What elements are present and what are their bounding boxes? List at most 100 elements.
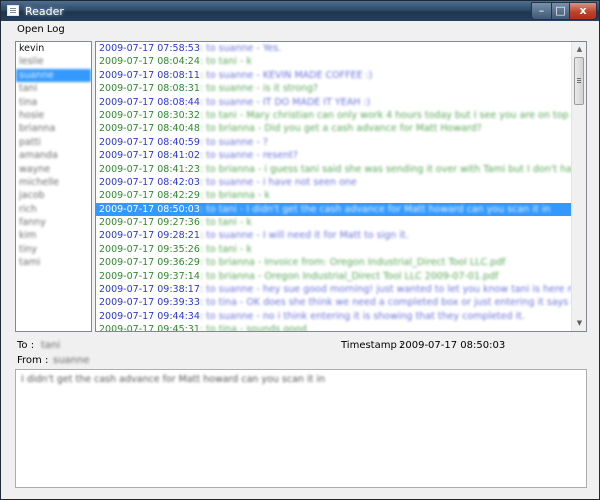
user-list-item[interactable]: brianna	[16, 122, 91, 135]
app-icon	[7, 5, 19, 16]
log-row[interactable]: 2009-07-17 08:41:23 : to brianna - i gue…	[96, 163, 586, 176]
title-bar[interactable]: Reader – □ x	[1, 1, 599, 21]
log-timestamp: 2009-07-17 09:37:14	[99, 270, 200, 282]
log-timestamp: 2009-07-17 09:36:29	[99, 257, 200, 269]
log-message: : to tani - k	[199, 56, 252, 68]
log-list: 2009-07-17 07:58:53 : to suanne - Yes. 20…	[96, 42, 586, 332]
log-row[interactable]: 2009-07-17 09:37:14 : to brianna - Orego…	[96, 270, 586, 283]
log-row[interactable]: 2009-07-17 08:41:02 : to suanne - resent…	[96, 149, 586, 162]
menu-bar: Open Log	[9, 21, 591, 39]
close-button[interactable]: x	[569, 2, 597, 20]
user-list[interactable]: kevin leslie suanne tani tina hosie brianna pat…	[15, 41, 92, 332]
menu-open-log[interactable]: Open Log	[17, 24, 65, 35]
scroll-grip-icon	[577, 78, 581, 79]
from-label: From :	[17, 355, 49, 366]
log-message: : to suanne - Yes.	[199, 43, 282, 54]
message-text: I didn't get the cash advance for Matt h…	[21, 374, 325, 385]
user-list-item[interactable]: tiny	[16, 243, 91, 256]
log-timestamp: 2009-07-17 08:08:31	[99, 83, 200, 95]
log-message: : to suanne - IT DO MADE IT YEAH :)	[199, 96, 371, 108]
log-message: : to suanne - hey sue good morning! just…	[199, 284, 587, 296]
log-row[interactable]: 2009-07-17 09:36:29 : to brianna - Invoi…	[96, 256, 586, 269]
log-message: : to tani - k	[199, 217, 252, 229]
user-list-item[interactable]: wayne	[16, 163, 91, 176]
log-timestamp: 2009-07-17 07:58:53	[99, 43, 200, 54]
log-timestamp: 2009-07-17 09:44:34	[99, 310, 200, 322]
log-message: : to suanne - no i think entering it is …	[199, 310, 525, 322]
user-list-item[interactable]: suanne	[16, 68, 91, 83]
maximize-button[interactable]: □	[551, 2, 570, 20]
user-list-item[interactable]: patti	[16, 136, 91, 149]
log-row[interactable]: 2009-07-17 09:45:31 : to tina - sounds g…	[96, 323, 586, 332]
log-message: : to tani - Mary christian can only work…	[199, 109, 587, 121]
to-value: tani	[41, 340, 61, 351]
log-row[interactable]: 2009-07-17 08:08:11 : to suanne - KEVIN …	[96, 69, 586, 82]
log-panel[interactable]: 2009-07-17 07:58:53 : to suanne - Yes. 20…	[95, 41, 587, 332]
log-timestamp: 2009-07-17 09:39:33	[99, 297, 200, 309]
log-row[interactable]: 2009-07-17 08:42:29 : to brianna - k	[96, 189, 586, 202]
log-timestamp: 2009-07-17 09:35:26	[99, 243, 200, 255]
to-label: To :	[17, 340, 35, 351]
log-message: : to tani - I didn't get the cash advanc…	[199, 203, 551, 215]
log-row[interactable]: 2009-07-17 08:50:03 : to tani - I didn't…	[96, 202, 586, 217]
log-message: : to brianna - k	[199, 190, 270, 202]
log-row[interactable]: 2009-07-17 08:04:24 : to tani - k	[96, 55, 586, 68]
log-timestamp: 2009-07-17 09:27:36	[99, 217, 200, 229]
log-row[interactable]: 2009-07-17 09:38:17 : to suanne - hey su…	[96, 283, 586, 296]
log-message: : to suanne - KEVIN MADE COFFEE :)	[199, 69, 373, 81]
log-message: : to brianna - Oregon Industrial_Direct …	[199, 270, 499, 282]
log-message: : to tina - sounds good	[199, 324, 307, 332]
scroll-up-arrow-icon[interactable]: ▲	[572, 42, 586, 57]
log-row[interactable]: 2009-07-17 08:08:31 : to suanne - is it …	[96, 82, 586, 95]
log-row[interactable]: 2009-07-17 08:30:32 : to tani - Mary chr…	[96, 109, 586, 122]
user-list-item[interactable]: fanny	[16, 216, 91, 229]
vertical-scrollbar[interactable]: ▲ ▼	[571, 42, 586, 331]
user-list-item[interactable]: tina	[16, 96, 91, 109]
log-row[interactable]: 2009-07-17 09:35:26 : to tani - k	[96, 243, 586, 256]
scroll-down-arrow-icon[interactable]: ▼	[572, 316, 586, 331]
log-row[interactable]: 2009-07-17 07:58:53 : to suanne - Yes.	[96, 42, 586, 55]
user-list-item[interactable]: leslie	[16, 55, 91, 68]
log-timestamp: 2009-07-17 08:41:23	[99, 163, 200, 175]
log-timestamp: 2009-07-17 08:50:03	[99, 203, 200, 215]
log-timestamp: 2009-07-17 08:08:11	[99, 69, 200, 81]
log-row[interactable]: 2009-07-17 09:28:21 : to suanne - I will…	[96, 229, 586, 242]
log-message: : to suanne - i have not seen one	[199, 176, 357, 188]
log-timestamp: 2009-07-17 08:42:29	[99, 190, 200, 202]
log-row[interactable]: 2009-07-17 08:40:59 : to suanne - ?	[96, 136, 586, 149]
user-list-item[interactable]: tami	[16, 256, 91, 269]
user-list-item[interactable]: amanda	[16, 149, 91, 162]
log-row[interactable]: 2009-07-17 08:08:44 : to suanne - IT DO …	[96, 96, 586, 109]
log-row[interactable]: 2009-07-17 08:42:03 : to suanne - i have…	[96, 176, 586, 189]
scroll-thumb[interactable]	[574, 57, 584, 105]
log-timestamp: 2009-07-17 08:41:02	[99, 150, 200, 162]
minimize-button[interactable]: –	[531, 2, 552, 20]
log-timestamp: 2009-07-17 09:38:17	[99, 284, 200, 296]
window-title: Reader	[25, 5, 64, 18]
user-list-item[interactable]: michelle	[16, 176, 91, 189]
log-message: : to brianna - i guess tani said she was…	[199, 163, 587, 175]
log-message: : to brianna - Invoice from: Oregon Indu…	[199, 257, 506, 269]
log-message: : to suanne - I will need it for Matt to…	[199, 230, 409, 242]
log-row[interactable]: 2009-07-17 08:40:48 : to brianna - Did y…	[96, 122, 586, 135]
user-list-item[interactable]: kim	[16, 229, 91, 242]
user-list-item[interactable]: rich	[16, 203, 91, 216]
user-list-item[interactable]: tani	[16, 82, 91, 95]
reader-window: Reader – □ x Open Log kevin leslie suanne t…	[0, 0, 600, 500]
log-row[interactable]: 2009-07-17 09:44:34 : to suanne - no i t…	[96, 310, 586, 323]
log-timestamp: 2009-07-17 08:40:48	[99, 123, 200, 135]
log-message: : to suanne - ?	[199, 136, 268, 148]
user-list-item[interactable]: hosie	[16, 109, 91, 122]
timestamp-value: 2009-07-17 08:50:03	[399, 340, 506, 351]
user-list-item[interactable]: jacob	[16, 189, 91, 202]
message-textbox[interactable]: I didn't get the cash advance for Matt h…	[15, 369, 587, 488]
user-list-item[interactable]: kevin	[16, 42, 91, 55]
log-timestamp: 2009-07-17 08:04:24	[99, 56, 200, 68]
timestamp-label: Timestamp :	[341, 340, 404, 351]
log-row[interactable]: 2009-07-17 09:39:33 : to tina - OK does …	[96, 296, 586, 309]
log-timestamp: 2009-07-17 08:42:03	[99, 176, 200, 188]
log-message: : to brianna - Did you get a cash advanc…	[199, 123, 482, 135]
log-timestamp: 2009-07-17 08:30:32	[99, 109, 200, 121]
log-message: : to suanne - is it strong?	[199, 83, 319, 95]
log-row[interactable]: 2009-07-17 09:27:36 : to tani - k	[96, 216, 586, 229]
